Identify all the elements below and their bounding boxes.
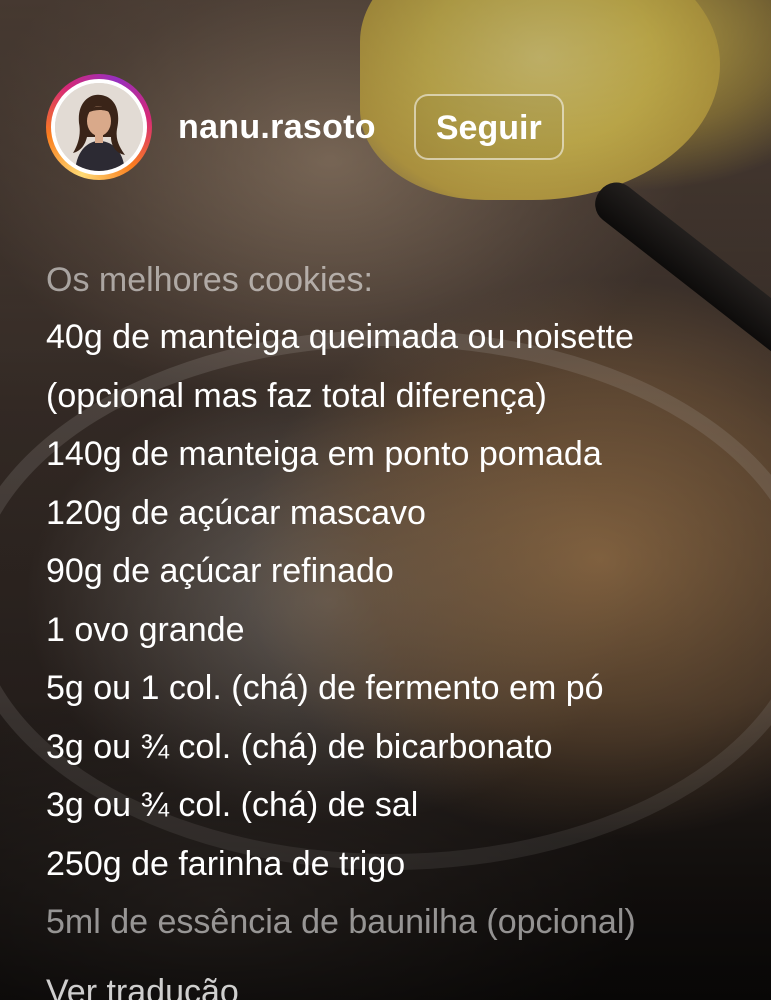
caption-line: 3g ou ¾ col. (chá) de sal	[46, 786, 419, 824]
caption[interactable]: Os melhores cookies: 40g de manteiga que…	[46, 252, 766, 952]
caption-line: 250g de farinha de trigo	[46, 844, 406, 883]
see-translation-link[interactable]: Ver tradução	[46, 972, 239, 1000]
reel-screen: nanu.rasoto Seguir Os melhores cookies: …	[0, 0, 771, 1000]
post-header: nanu.rasoto Seguir	[46, 74, 564, 180]
caption-line: 120g de açúcar mascavo	[46, 493, 426, 532]
caption-line: 5g ou 1 col. (chá) de fermento em pó	[46, 669, 604, 707]
caption-title: Os melhores cookies:	[46, 261, 373, 299]
caption-line: 40g de manteiga queimada ou noisette	[46, 318, 634, 356]
follow-button[interactable]: Seguir	[413, 94, 564, 160]
profile-photo-icon	[55, 83, 143, 171]
caption-line: 1 ovo grande	[46, 610, 245, 649]
username[interactable]: nanu.rasoto	[178, 108, 376, 147]
caption-line: 3g ou ¾ col. (chá) de bicarbonato	[46, 727, 553, 766]
avatar[interactable]	[55, 83, 143, 171]
story-ring[interactable]	[46, 74, 152, 180]
caption-line: 5ml de essência de baunilha (opcional)	[46, 903, 636, 941]
caption-line: 90g de açúcar refinado	[46, 552, 394, 590]
caption-line: 140g de manteiga em ponto pomada	[46, 435, 602, 473]
caption-line: (opcional mas faz total diferença)	[46, 376, 547, 415]
